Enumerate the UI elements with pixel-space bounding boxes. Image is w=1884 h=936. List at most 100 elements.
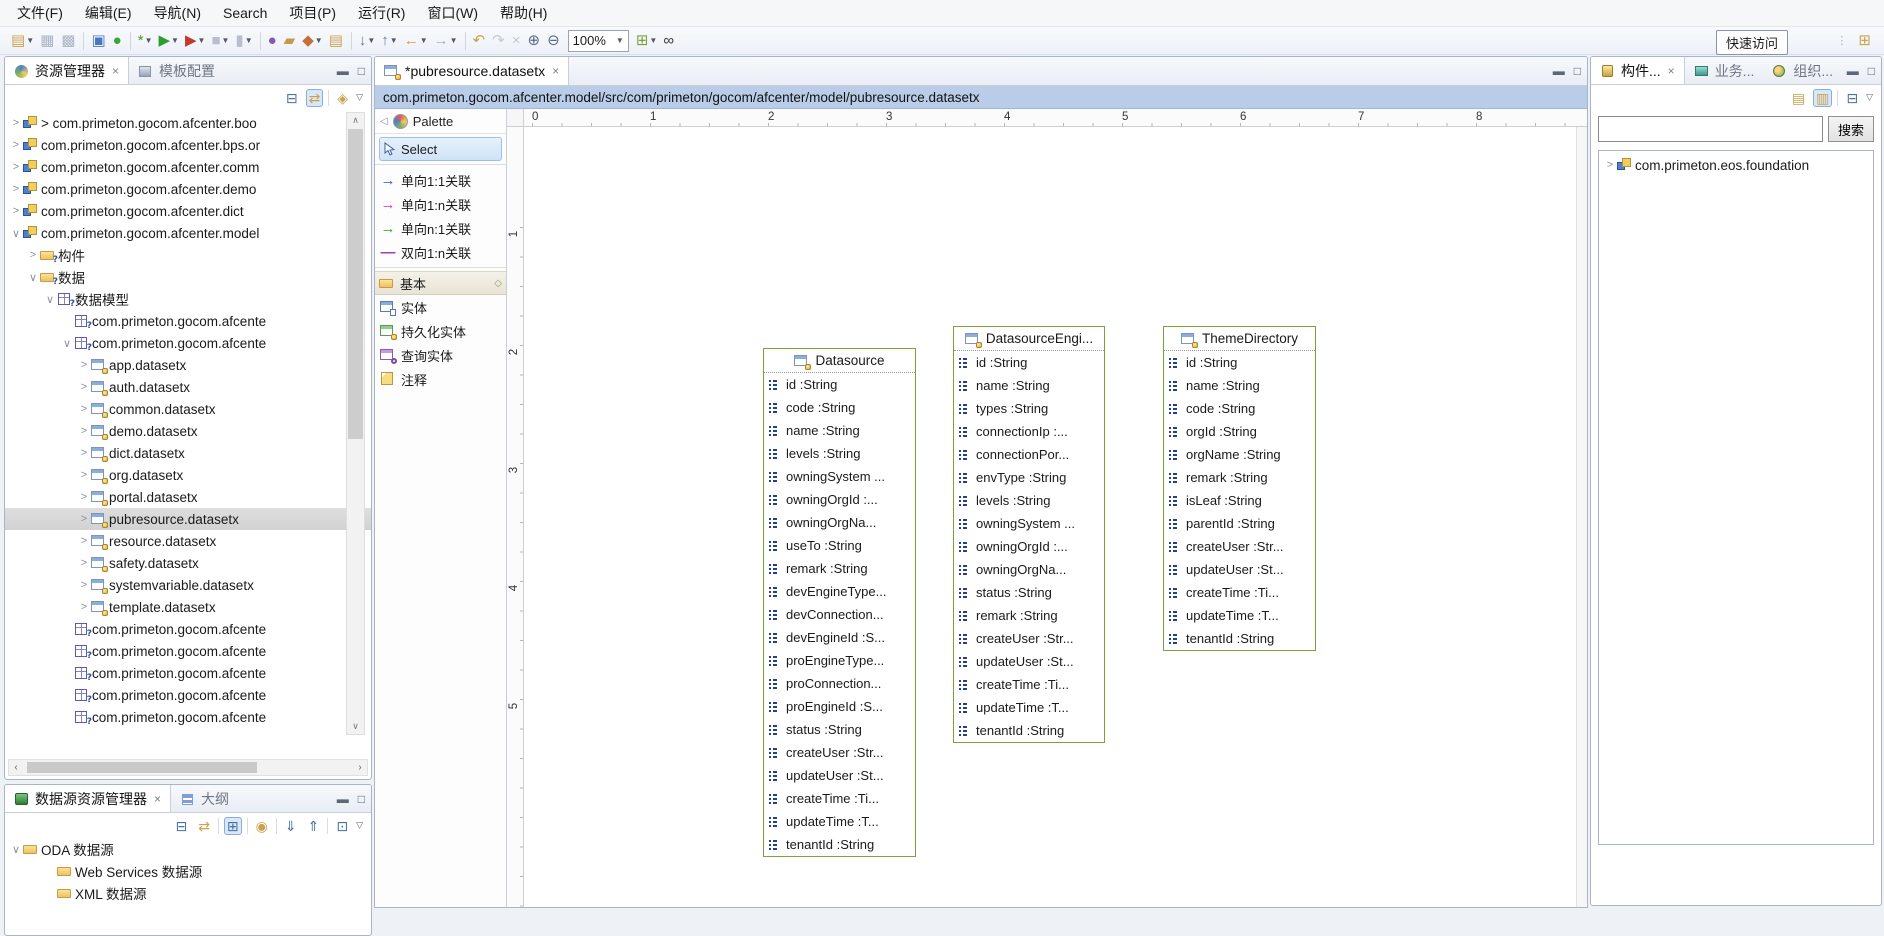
expander-icon[interactable]: >: [77, 469, 91, 481]
toolbar-icon[interactable]: →▼: [431, 30, 461, 52]
tree-item[interactable]: > com.primeton.gocom.afcenter.comm: [5, 156, 371, 178]
expander-icon[interactable]: >: [77, 381, 91, 393]
toolbar-icon[interactable]: ←▼: [401, 30, 431, 52]
tree-item[interactable]: com.primeton.gocom.afcente: [5, 706, 371, 728]
entity-attribute[interactable]: id :String: [954, 351, 1104, 374]
tree-mode-icon[interactable]: ⊞: [224, 817, 242, 835]
toolbar-icon[interactable]: ∞: [660, 30, 678, 52]
toolbar-icon[interactable]: ↑▼: [378, 30, 400, 52]
entity-attribute[interactable]: levels :String: [764, 442, 915, 465]
tree-item[interactable]: > dict.datasetx: [5, 442, 371, 464]
collapse-palette-icon[interactable]: ◁: [380, 116, 388, 127]
scroll-down-icon[interactable]: ∨: [347, 721, 364, 732]
toolbar-icon[interactable]: ×: [509, 30, 525, 52]
entity-attribute[interactable]: name :String: [1164, 374, 1315, 397]
scrollbar-thumb[interactable]: [27, 762, 257, 773]
expander-icon[interactable]: >: [77, 491, 91, 503]
tree-item[interactable]: ∨ com.primeton.gocom.afcente: [5, 332, 371, 354]
maximize-icon[interactable]: □: [358, 792, 365, 806]
tree-item[interactable]: ∨ ODA 数据源: [5, 838, 371, 860]
entity-attribute[interactable]: owningSystem ...: [764, 465, 915, 488]
tree-item[interactable]: > resource.datasetx: [5, 530, 371, 552]
tree-item[interactable]: > 构件: [5, 244, 371, 266]
toolbar-icon[interactable]: ■▼: [208, 30, 232, 52]
entity-attribute[interactable]: devEngineId :S...: [764, 626, 915, 649]
expander-icon[interactable]: >: [77, 557, 91, 569]
pin-icon[interactable]: ◇: [494, 278, 502, 289]
tree-item[interactable]: > auth.datasetx: [5, 376, 371, 398]
toolbar-icon[interactable]: [130, 32, 131, 50]
entity-attribute[interactable]: updateTime :T...: [954, 696, 1104, 719]
tree-item[interactable]: > com.primeton.gocom.afcenter.dict: [5, 200, 371, 222]
export-icon[interactable]: ⇑: [305, 817, 323, 835]
minimize-icon[interactable]: ▬: [337, 792, 349, 806]
menu-item[interactable]: 帮助(H): [489, 0, 558, 26]
maximize-icon[interactable]: □: [1574, 64, 1581, 78]
entity-attribute[interactable]: remark :String: [1164, 466, 1315, 489]
horizontal-scrollbar[interactable]: ‹ ›: [8, 759, 368, 776]
toolbar-icon[interactable]: ▶▼: [182, 30, 208, 52]
expander-icon[interactable]: >: [26, 249, 40, 261]
import-icon[interactable]: ⇓: [282, 817, 300, 835]
toolbar-icon[interactable]: ●: [110, 30, 126, 52]
entity-title[interactable]: Datasource: [764, 349, 915, 373]
close-icon[interactable]: ×: [552, 64, 559, 78]
toolbar-icon[interactable]: ⊞▼: [633, 30, 661, 52]
entity-attribute[interactable]: updateUser :St...: [1164, 558, 1315, 581]
close-icon[interactable]: ×: [1668, 64, 1675, 78]
link-with-editor-icon[interactable]: ⇄: [306, 89, 324, 107]
vertical-scrollbar[interactable]: ∧ ∨: [346, 112, 365, 735]
entity-attribute[interactable]: updateTime :T...: [764, 810, 915, 833]
entity-attribute[interactable]: owningOrgId :...: [954, 535, 1104, 558]
entity-attribute[interactable]: status :String: [954, 581, 1104, 604]
scroll-up-icon[interactable]: ∧: [347, 115, 364, 126]
toolbar-icon[interactable]: ↷: [489, 30, 509, 52]
browse-folder-icon[interactable]: ▥: [1813, 89, 1832, 107]
entity-attribute[interactable]: name :String: [764, 419, 915, 442]
editor-tab-pubresource[interactable]: *pubresource.datasetx ×: [375, 57, 569, 85]
menu-item[interactable]: 项目(P): [278, 0, 347, 26]
palette-relation-tool[interactable]: → 单向1:1关联: [375, 168, 506, 192]
entity-attribute[interactable]: tenantId :String: [764, 833, 915, 856]
entity-attribute[interactable]: createUser :Str...: [1164, 535, 1315, 558]
entity-attribute[interactable]: devEngineType...: [764, 580, 915, 603]
view-menu-icon[interactable]: ▽: [356, 820, 363, 831]
palette-relation-tool[interactable]: → 单向n:1关联: [375, 216, 506, 240]
tree-item[interactable]: > com.primeton.gocom.afcenter.demo: [5, 178, 371, 200]
toolbar-icon[interactable]: ⊕: [524, 30, 544, 52]
entity-attribute[interactable]: orgName :String: [1164, 443, 1315, 466]
maximize-icon[interactable]: □: [1868, 64, 1875, 78]
view-menu-icon[interactable]: ▽: [356, 92, 363, 103]
entity-box-theme-directory[interactable]: ThemeDirectory id :String: [1163, 326, 1316, 651]
perspective-icon[interactable]: ⊞: [1855, 29, 1874, 51]
toolbar-icon[interactable]: ↓▼: [356, 30, 378, 52]
entity-attribute[interactable]: createUser :Str...: [954, 627, 1104, 650]
expander-icon[interactable]: >: [77, 447, 91, 459]
menu-item[interactable]: 编辑(E): [74, 0, 143, 26]
tab-resource-explorer[interactable]: 资源管理器 ×: [5, 57, 129, 84]
close-icon[interactable]: ×: [112, 64, 119, 78]
toolbar-icon[interactable]: [83, 32, 84, 50]
minimize-icon[interactable]: ▬: [337, 64, 349, 78]
entity-attribute[interactable]: status :String: [764, 718, 915, 741]
maximize-icon[interactable]: □: [358, 64, 365, 78]
tree-item[interactable]: com.primeton.gocom.afcente: [5, 662, 371, 684]
tab-datasource-explorer[interactable]: 数据源资源管理器 ×: [5, 785, 171, 812]
palette-entity-tool[interactable]: 持久化实体: [375, 319, 506, 343]
collapse-all-icon[interactable]: ⊟: [283, 89, 301, 107]
tree-item[interactable]: ∨ 数据模型: [5, 288, 371, 310]
close-icon[interactable]: ×: [154, 792, 161, 806]
tab-business[interactable]: 业务...: [1685, 57, 1764, 84]
toolbar-icon[interactable]: ◆▼: [299, 30, 325, 52]
entity-attribute[interactable]: proEngineType...: [764, 649, 915, 672]
tree-item[interactable]: XML 数据源: [5, 882, 371, 904]
tree-item[interactable]: > > com.primeton.gocom.afcenter.boo: [5, 112, 371, 134]
tab-outline[interactable]: 大纲: [171, 785, 238, 812]
tree-item[interactable]: > app.datasetx: [5, 354, 371, 376]
toolbar-icon[interactable]: ●: [265, 30, 281, 52]
tree-item[interactable]: > safety.datasetx: [5, 552, 371, 574]
toolbar-icon[interactable]: [260, 32, 261, 50]
toolbar-icon[interactable]: ▩: [58, 30, 79, 52]
entity-title[interactable]: ThemeDirectory: [1164, 327, 1315, 351]
scroll-right-icon[interactable]: ›: [353, 762, 367, 773]
